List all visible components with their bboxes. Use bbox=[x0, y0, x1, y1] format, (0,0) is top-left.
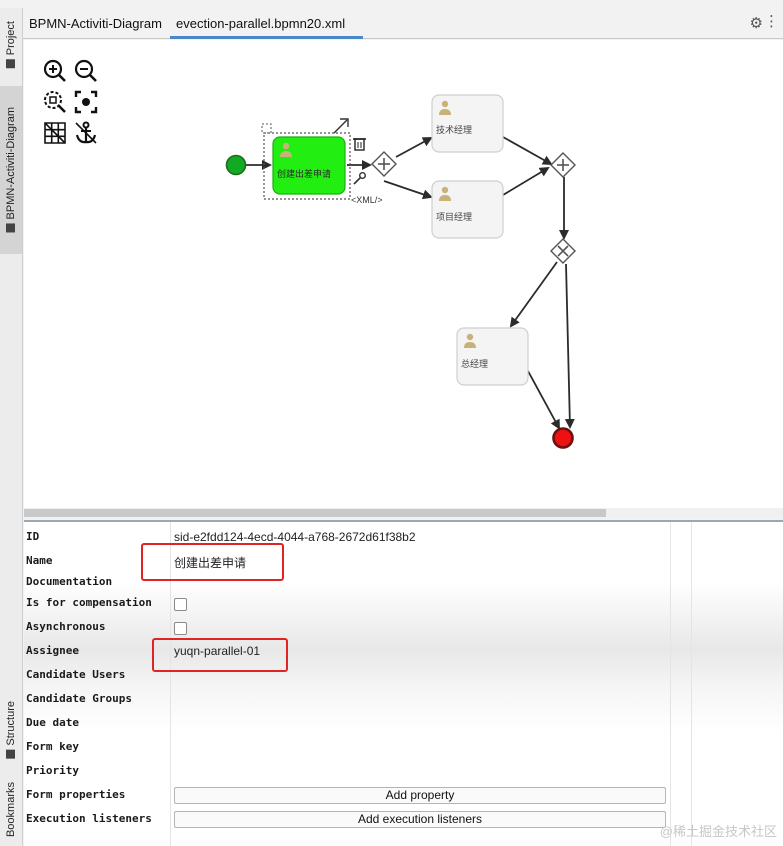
diagram-canvas[interactable]: 创建出差申请 技术经理 项目经理 总经理 <XML/> bbox=[24, 40, 783, 517]
start-event[interactable] bbox=[225, 154, 247, 176]
property-row-candidate-groups: Candidate Groups bbox=[24, 688, 692, 712]
property-label: Name bbox=[26, 554, 53, 567]
property-label: Priority bbox=[26, 764, 79, 777]
diagram-tool-tab[interactable]: BPMN-Activiti-Diagram bbox=[0, 86, 22, 254]
property-label: Candidate Users bbox=[26, 668, 126, 681]
bookmarks-tab-label: Bookmarks bbox=[5, 782, 17, 838]
bookmarks-tool-tab[interactable]: Bookmarks bbox=[0, 776, 22, 844]
general-manager-label: 总经理 bbox=[461, 359, 489, 369]
watermark: @稀土掘金技术社区 bbox=[659, 824, 777, 839]
property-row-compensation: Is for compensation bbox=[24, 592, 692, 616]
editor-tab-bar: BPMN-Activiti-Diagram evection-parallel.… bbox=[23, 8, 783, 39]
id-value[interactable]: sid-e2fdd124-4ecd-4044-a768-2672d61f38b2 bbox=[174, 530, 416, 544]
property-row-candidate-users: Candidate Users bbox=[24, 664, 692, 688]
property-row-assignee: Assignee yuqn-parallel-01 bbox=[24, 640, 692, 664]
folder-icon bbox=[6, 59, 16, 69]
apply-task-label: 创建出差申请 bbox=[277, 169, 332, 179]
property-label: Execution listeners bbox=[26, 812, 152, 825]
structure-icon bbox=[6, 749, 16, 759]
property-label: Assignee bbox=[26, 644, 79, 657]
property-row-id: ID sid-e2fdd124-4ecd-4044-a768-2672d61f3… bbox=[24, 526, 692, 550]
breadcrumb-remnant bbox=[0, 0, 783, 8]
compensation-checkbox[interactable] bbox=[174, 598, 187, 611]
connect-arrow-icon[interactable] bbox=[333, 118, 349, 134]
project-tab-label: Project bbox=[5, 21, 17, 56]
asynchronous-checkbox[interactable] bbox=[174, 622, 187, 635]
trash-icon[interactable] bbox=[353, 138, 366, 151]
tool-window-strip: Project BPMN-Activiti-Diagram Structure … bbox=[0, 0, 23, 846]
property-label: Documentation bbox=[26, 575, 113, 588]
property-label: Form properties bbox=[26, 788, 126, 801]
more-icon[interactable]: ⋮ bbox=[764, 12, 779, 30]
tech-manager-label: 技术经理 bbox=[436, 125, 473, 135]
exclusive-gateway[interactable] bbox=[550, 238, 576, 264]
wrench-icon[interactable] bbox=[353, 171, 367, 185]
property-label: ID bbox=[26, 530, 40, 543]
property-label: Form key bbox=[26, 740, 79, 753]
add-execution-listeners-button[interactable]: Add execution listeners bbox=[174, 811, 666, 828]
tab-evection-parallel[interactable]: evection-parallel.bpmn20.xml bbox=[170, 8, 363, 39]
project-manager-label: 项目经理 bbox=[436, 212, 473, 222]
property-row-priority: Priority bbox=[24, 760, 692, 784]
tab-label: evection-parallel.bpmn20.xml bbox=[176, 16, 346, 31]
project-tool-tab[interactable]: Project bbox=[0, 12, 22, 78]
gear-icon[interactable]: ⚙ bbox=[750, 14, 763, 32]
name-highlight-box bbox=[141, 543, 284, 581]
xml-badge[interactable]: <XML/> bbox=[351, 195, 383, 205]
scrollbar-thumb[interactable] bbox=[24, 509, 606, 517]
tab-label: BPMN-Activiti-Diagram bbox=[29, 16, 162, 31]
end-event[interactable] bbox=[552, 427, 574, 449]
parallel-gateway-fork[interactable] bbox=[371, 151, 397, 177]
property-label: Asynchronous bbox=[26, 620, 106, 633]
structure-tool-tab[interactable]: Structure bbox=[0, 694, 22, 766]
property-row-asynchronous: Asynchronous bbox=[24, 616, 692, 640]
tab-bpmn-activiti-diagram[interactable]: BPMN-Activiti-Diagram bbox=[23, 8, 168, 39]
property-label: Due date bbox=[26, 716, 79, 729]
parallel-gateway-join[interactable] bbox=[550, 152, 576, 178]
property-label: Is for compensation bbox=[26, 596, 152, 609]
property-row-due-date: Due date bbox=[24, 712, 692, 736]
properties-panel: ID sid-e2fdd124-4ecd-4044-a768-2672d61f3… bbox=[24, 520, 783, 846]
property-label: Candidate Groups bbox=[26, 692, 132, 705]
diagram-tab-label: BPMN-Activiti-Diagram bbox=[5, 107, 17, 220]
property-row-execution-listeners: Execution listeners Add execution listen… bbox=[24, 808, 692, 832]
add-property-button[interactable]: Add property bbox=[174, 787, 666, 804]
diagram-icon bbox=[6, 223, 16, 233]
structure-tab-label: Structure bbox=[5, 701, 17, 746]
property-row-form-key: Form key bbox=[24, 736, 692, 760]
horizontal-scrollbar[interactable] bbox=[24, 508, 783, 518]
property-row-form-properties: Form properties Add property bbox=[24, 784, 692, 808]
assignee-highlight-box bbox=[152, 638, 288, 672]
